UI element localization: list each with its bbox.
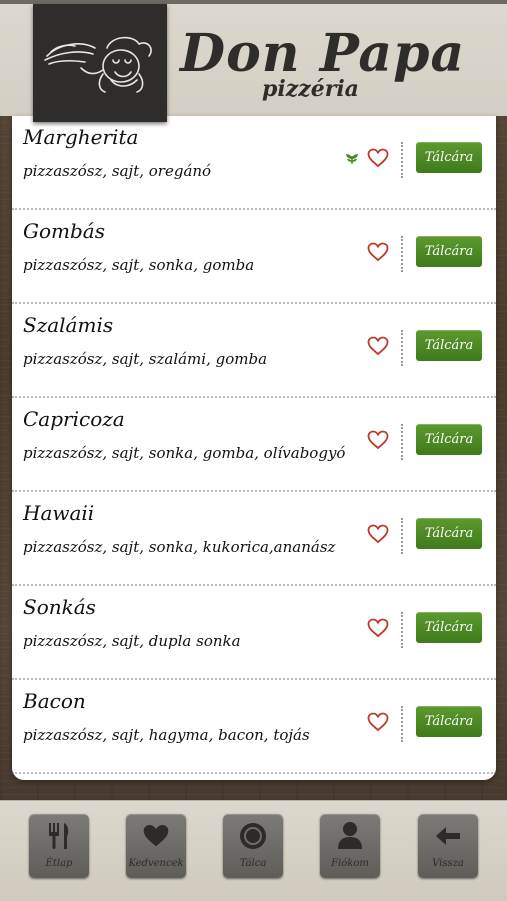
menu-item-capricoza: Capricoza pizzaszósz, sajt, sonka, gomba… — [12, 398, 496, 492]
nav-favorites-button[interactable]: Kedvencek — [126, 814, 186, 878]
item-divider — [401, 706, 403, 742]
nav-back-button[interactable]: Vissza — [418, 814, 478, 878]
add-to-tray-button[interactable]: Tálcára — [416, 236, 482, 267]
item-name: Margherita — [23, 125, 139, 149]
nav-account-button[interactable]: Fiókom — [320, 814, 380, 878]
favorite-heart-icon[interactable] — [367, 336, 389, 356]
nav-label: Étlap — [45, 858, 73, 869]
item-divider — [401, 518, 403, 554]
menu-item-sonkas: Sonkás pizzaszósz, sajt, dupla sonka Tál… — [12, 586, 496, 680]
nav-label: Vissza — [432, 858, 464, 869]
item-name: Sonkás — [23, 595, 96, 619]
item-description: pizzaszósz, sajt, sonka, gomba, olívabog… — [23, 444, 346, 462]
plate-icon — [240, 823, 266, 849]
item-divider — [401, 142, 403, 178]
add-to-tray-button[interactable]: Tálcára — [416, 518, 482, 549]
item-name: Capricoza — [23, 407, 125, 431]
arrow-left-icon — [436, 827, 460, 845]
item-divider — [401, 330, 403, 366]
chef-mascot-logo — [44, 36, 152, 93]
menu-item-gombas: Gombás pizzaszósz, sajt, sonka, gomba Tá… — [12, 210, 496, 304]
heart-icon — [143, 824, 169, 847]
brand-title: Don Papa — [180, 23, 466, 84]
cutlery-icon — [49, 823, 69, 849]
nav-label: Tálca — [239, 858, 267, 869]
menu-item-hawaii: Hawaii pizzaszósz, sajt, sonka, kukorica… — [12, 492, 496, 586]
item-divider — [401, 612, 403, 648]
nav-label: Fiókom — [331, 858, 369, 869]
menu-list: Margherita pizzaszósz, sajt, oregánó Tál… — [12, 116, 496, 780]
nav-label: Kedvencek — [128, 858, 184, 869]
app-header: Don Papa pizzéria — [0, 0, 507, 122]
menu-item-bacon: Bacon pizzaszósz, sajt, hagyma, bacon, t… — [12, 680, 496, 774]
favorite-heart-icon[interactable] — [367, 430, 389, 450]
item-divider — [401, 424, 403, 460]
favorite-heart-icon[interactable] — [367, 242, 389, 262]
favorite-heart-icon[interactable] — [367, 712, 389, 732]
user-icon — [338, 822, 362, 849]
item-description: pizzaszósz, sajt, sonka, kukorica,ananás… — [23, 538, 336, 556]
item-description: pizzaszósz, sajt, dupla sonka — [23, 632, 241, 650]
nav-menu-button[interactable]: Étlap — [29, 814, 89, 878]
item-name: Bacon — [23, 689, 86, 713]
item-description: pizzaszósz, sajt, szalámi, gomba — [23, 350, 268, 368]
item-name: Gombás — [23, 219, 105, 243]
add-to-tray-button[interactable]: Tálcára — [416, 424, 482, 455]
bottom-nav-bar: Étlap Kedvencek Tálca Fiókom Vissza — [0, 800, 507, 901]
nav-tray-button[interactable]: Tálca — [223, 814, 283, 878]
favorite-heart-icon[interactable] — [367, 618, 389, 638]
favorite-heart-icon[interactable] — [367, 148, 389, 168]
add-to-tray-button[interactable]: Tálcára — [416, 142, 482, 173]
item-description: pizzaszósz, sajt, oregánó — [23, 162, 212, 180]
add-to-tray-button[interactable]: Tálcára — [416, 706, 482, 737]
menu-item-margherita: Margherita pizzaszósz, sajt, oregánó Tál… — [12, 116, 496, 210]
menu-item-szalamis: Szalámis pizzaszósz, sajt, szalámi, gomb… — [12, 304, 496, 398]
item-divider — [401, 236, 403, 272]
item-description: pizzaszósz, sajt, hagyma, bacon, tojás — [23, 726, 310, 744]
item-name: Hawaii — [23, 501, 95, 525]
logo-badge — [33, 4, 167, 122]
favorite-heart-icon[interactable] — [367, 524, 389, 544]
brand-subtitle: pizzéria — [262, 76, 359, 102]
add-to-tray-button[interactable]: Tálcára — [416, 330, 482, 361]
item-description: pizzaszósz, sajt, sonka, gomba — [23, 256, 255, 274]
leaf-icon — [346, 154, 358, 164]
item-name: Szalámis — [23, 313, 114, 337]
add-to-tray-button[interactable]: Tálcára — [416, 612, 482, 643]
